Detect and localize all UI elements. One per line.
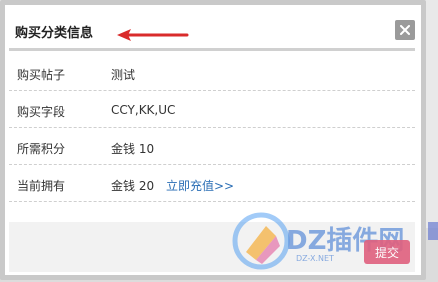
dialog-footer — [9, 222, 415, 272]
row-value: CCY,KK,UC — [111, 103, 176, 117]
red-arrow-icon — [117, 29, 189, 41]
row-label: 购买字段 — [17, 105, 66, 119]
row-label: 当前拥有 — [17, 179, 66, 193]
row-value: 金钱 10 — [111, 142, 155, 156]
row-current-balance: 当前拥有 金钱 20 立即充值>> — [9, 165, 415, 202]
dialog-header: 购买分类信息 — [9, 8, 415, 51]
side-tab — [428, 222, 438, 240]
row-value: 测试 — [111, 68, 136, 82]
row-fields: 购买字段 CCY,KK,UC — [9, 91, 415, 128]
close-button[interactable] — [395, 20, 415, 40]
row-label: 购买帖子 — [17, 68, 66, 82]
row-value: 金钱 20 — [111, 179, 155, 193]
dialog-title: 购买分类信息 — [15, 26, 94, 41]
row-post: 购买帖子 测试 — [9, 54, 415, 91]
submit-button[interactable]: 提交 — [364, 240, 410, 264]
recharge-link[interactable]: 立即充值>> — [166, 177, 234, 194]
row-required-points: 所需积分 金钱 10 — [9, 128, 415, 165]
row-label: 所需积分 — [17, 142, 66, 156]
info-rows: 购买帖子 测试 购买字段 CCY,KK,UC 所需积分 金钱 10 当前拥有 金… — [9, 54, 415, 202]
close-icon — [400, 25, 410, 35]
